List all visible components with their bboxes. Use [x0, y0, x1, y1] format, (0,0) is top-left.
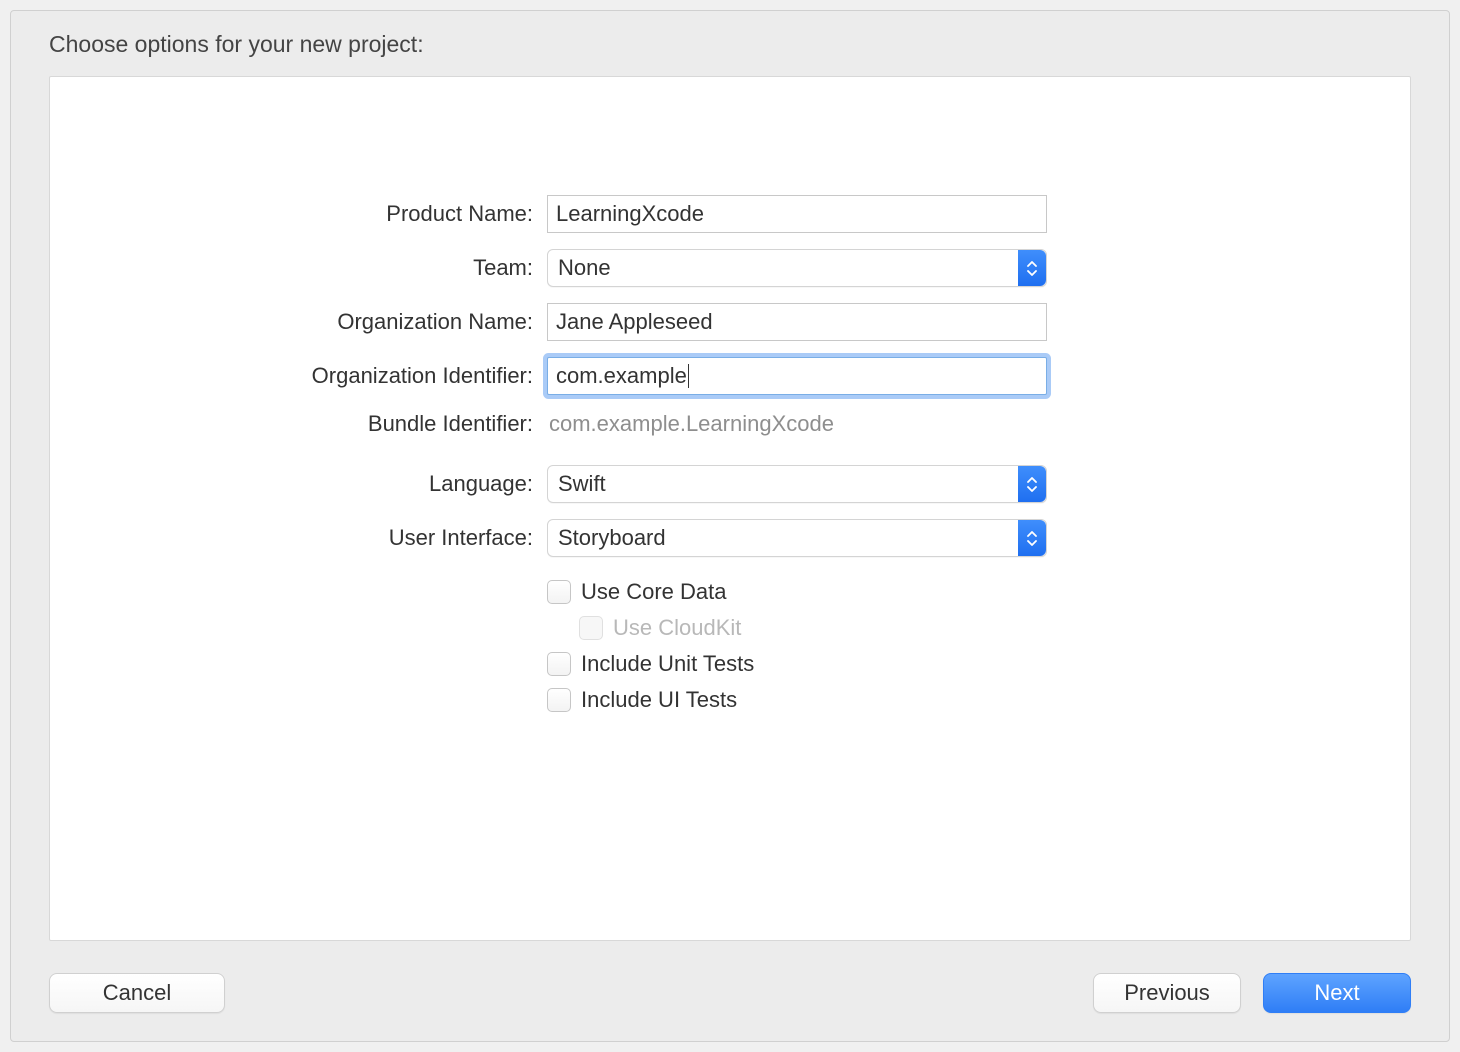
- team-label: Team:: [50, 255, 547, 281]
- organization-name-input[interactable]: [547, 303, 1047, 341]
- organization-identifier-label: Organization Identifier:: [50, 363, 547, 389]
- dialog-footer: Cancel Previous Next: [49, 973, 1411, 1013]
- product-name-input[interactable]: [547, 195, 1047, 233]
- use-cloudkit-label: Use CloudKit: [613, 615, 741, 641]
- include-unit-tests-label: Include Unit Tests: [581, 651, 754, 677]
- include-ui-tests-checkbox[interactable]: [547, 688, 571, 712]
- text-caret: [688, 364, 689, 388]
- language-label: Language:: [50, 471, 547, 497]
- new-project-options-dialog: Choose options for your new project: Pro…: [10, 10, 1450, 1042]
- up-down-icon: [1018, 520, 1046, 556]
- bundle-identifier-label: Bundle Identifier:: [50, 411, 547, 437]
- user-interface-label: User Interface:: [50, 525, 547, 551]
- cancel-button[interactable]: Cancel: [49, 973, 225, 1013]
- use-cloudkit-checkbox: [579, 616, 603, 640]
- up-down-icon: [1018, 250, 1046, 286]
- previous-button[interactable]: Previous: [1093, 973, 1241, 1013]
- organization-identifier-value: com.example: [556, 363, 687, 389]
- organization-identifier-input[interactable]: com.example: [547, 357, 1047, 395]
- include-unit-tests-checkbox[interactable]: [547, 652, 571, 676]
- next-button[interactable]: Next: [1263, 973, 1411, 1013]
- language-popup[interactable]: Swift: [547, 465, 1047, 503]
- up-down-icon: [1018, 466, 1046, 502]
- options-panel: Product Name: Team: None: [49, 76, 1411, 941]
- team-popup[interactable]: None: [547, 249, 1047, 287]
- language-popup-value: Swift: [558, 471, 606, 497]
- use-core-data-checkbox[interactable]: [547, 580, 571, 604]
- dialog-title: Choose options for your new project:: [49, 31, 1411, 58]
- include-ui-tests-label: Include UI Tests: [581, 687, 737, 713]
- user-interface-popup[interactable]: Storyboard: [547, 519, 1047, 557]
- organization-name-label: Organization Name:: [50, 309, 547, 335]
- use-core-data-label: Use Core Data: [581, 579, 727, 605]
- bundle-identifier-value: com.example.LearningXcode: [547, 411, 1047, 437]
- product-name-label: Product Name:: [50, 201, 547, 227]
- options-form: Product Name: Team: None: [50, 195, 1410, 723]
- user-interface-popup-value: Storyboard: [558, 525, 666, 551]
- team-popup-value: None: [558, 255, 611, 281]
